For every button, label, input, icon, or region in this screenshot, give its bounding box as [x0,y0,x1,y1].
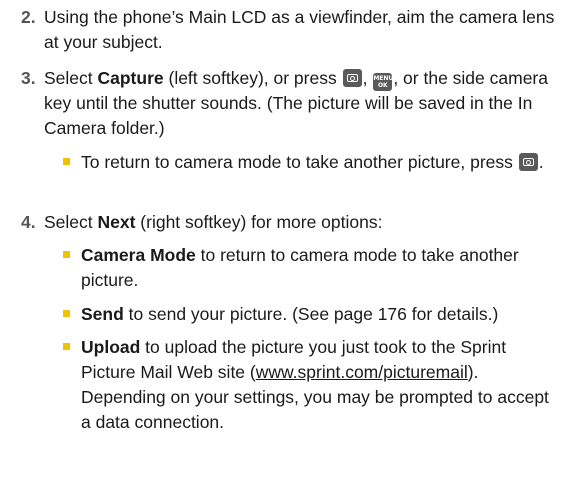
bullet-text: Camera Mode to return to camera mode to … [81,245,519,290]
step-3: 3. Select Capture (left softkey), or pre… [0,66,560,141]
manual-page: 2. Using the phone’s Main LCD as a viewf… [0,0,578,491]
step-4-bullet-upload: Upload to upload the picture you just to… [0,335,578,435]
step-3-bullet: To return to camera mode to take another… [0,150,578,175]
bullet-icon [63,310,70,317]
step-2-text: Using the phone’s Main LCD as a viewfind… [44,7,555,52]
bullet-text: Send to send your picture. (See page 176… [81,304,499,324]
menu-ok-key-icon: MENU OK [373,73,394,91]
bullet-icon [63,343,70,350]
picturemail-link[interactable]: www.sprint.com/picturemail [256,362,468,382]
bullet-icon [63,158,70,165]
step-text: Select Capture (left softkey), or press … [44,68,548,138]
bullet-text: Upload to upload the picture you just to… [81,337,549,432]
bullet-text: To return to camera mode to take another… [81,152,544,172]
next-label: Next [97,212,136,232]
step-4-bullet-camera-mode: Camera Mode to return to camera mode to … [0,243,578,293]
step-number: 2. [21,7,36,27]
step-text: Select Next (right softkey) for more opt… [44,212,383,232]
step-text: Using the phone’s Main LCD as a viewfind… [44,5,556,55]
camera-key-icon [342,69,362,87]
step-number: 4. [21,212,36,232]
bullet-icon [63,251,70,258]
step-2: 2. Using the phone’s Main LCD as a viewf… [0,5,560,55]
step-4: 4. Select Next (right softkey) for more … [0,210,560,235]
capture-label: Capture [97,68,164,88]
step-4-bullet-send: Send to send your picture. (See page 176… [0,302,578,327]
step-number: 3. [21,68,36,88]
camera-key-icon [518,153,538,171]
